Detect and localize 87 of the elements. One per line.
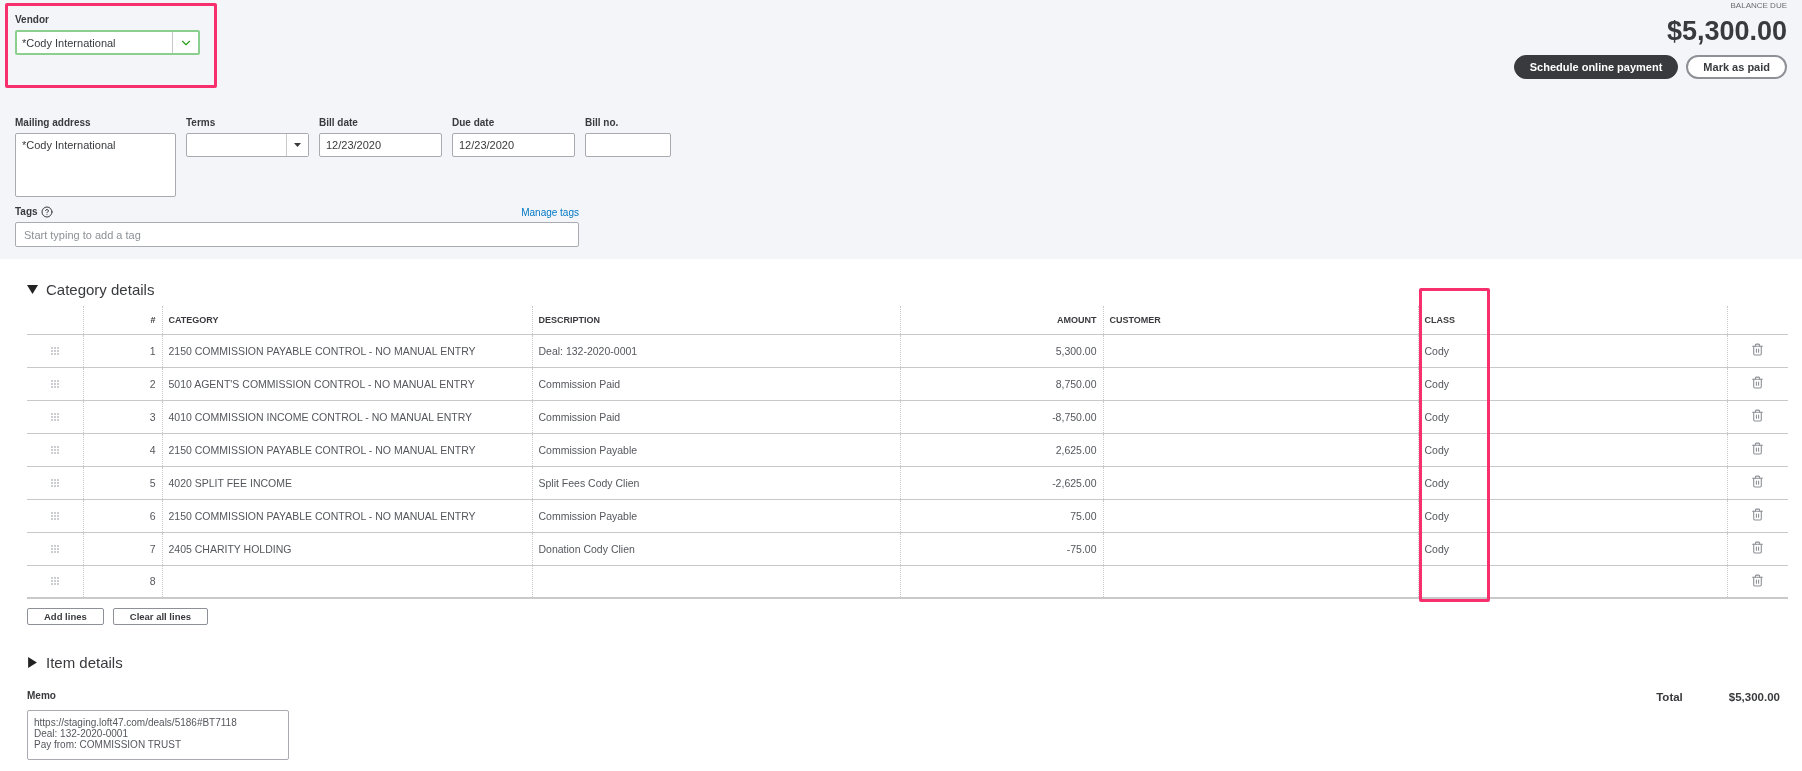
row-number: 4 xyxy=(149,443,156,456)
trash-icon[interactable] xyxy=(1751,573,1765,587)
table-cell: Cody xyxy=(1424,410,1449,423)
tags-label: Tags xyxy=(15,206,38,218)
table-cell: Donation Cody Clien xyxy=(538,542,635,555)
column-header: DESCRIPTION xyxy=(538,314,600,325)
drag-handle-icon[interactable] xyxy=(50,544,59,553)
dropdown-button[interactable] xyxy=(286,134,308,156)
date-field[interactable]: 12/23/2020 xyxy=(319,133,442,157)
row-number: 1 xyxy=(149,344,156,357)
table-cell: Commission Payable xyxy=(538,509,638,522)
address-field[interactable]: *Cody International xyxy=(15,133,176,197)
table-cell: 2405 CHARITY HOLDING xyxy=(168,542,292,555)
row-number: 3 xyxy=(149,410,156,423)
clear-lines-button[interactable]: Clear all lines xyxy=(112,608,209,625)
table-cell: Cody xyxy=(1424,542,1449,555)
vendor-label: Vendor xyxy=(15,14,50,26)
memo-label: Memo xyxy=(27,690,57,702)
tags-input[interactable]: Start typing to add a tag xyxy=(15,222,579,247)
drag-handle-icon[interactable] xyxy=(50,577,59,586)
trash-icon[interactable] xyxy=(1751,541,1765,554)
trash-icon[interactable] xyxy=(1751,409,1765,422)
table-cell: -2,625.00 xyxy=(1052,476,1097,489)
balance-due-label: BALANCE DUE xyxy=(1730,1,1787,10)
table-cell: 4010 COMMISSION INCOME CONTROL - NO MANUAL ENTRY xyxy=(168,410,473,423)
date-field[interactable]: 12/23/2020 xyxy=(452,133,575,157)
drag-handle-icon[interactable] xyxy=(50,346,59,355)
trash-icon[interactable] xyxy=(1751,343,1765,356)
table-cell: Cody xyxy=(1424,377,1449,390)
total-label: Total xyxy=(1656,691,1683,705)
table-cell: -8,750.00 xyxy=(1052,410,1097,423)
caret-icon xyxy=(294,143,301,147)
table-cell: 75.00 xyxy=(1070,509,1097,522)
table-cell: Deal: 132-2020-0001 xyxy=(538,344,638,357)
drag-handle-icon[interactable] xyxy=(50,511,59,520)
table-cell: 4020 SPLIT FEE INCOME xyxy=(168,476,293,489)
table-cell: Commission Paid xyxy=(538,410,621,423)
table-cell: 2,625.00 xyxy=(1055,443,1097,456)
table-cell: Cody xyxy=(1424,344,1449,357)
row-number: 7 xyxy=(149,542,156,555)
row-number: 5 xyxy=(149,476,156,489)
field-label: Terms xyxy=(186,117,217,129)
bill-number-field[interactable] xyxy=(585,133,671,157)
table-cell: 5010 AGENT'S COMMISSION CONTROL - NO MANUAL ENTRY xyxy=(168,377,475,390)
help-icon[interactable] xyxy=(40,206,53,218)
trash-icon[interactable] xyxy=(1751,442,1765,455)
field-label: Mailing address xyxy=(15,117,92,129)
drag-handle-icon[interactable] xyxy=(50,412,59,421)
table-cell: Commission Payable xyxy=(538,443,638,456)
table-cell: 2150 COMMISSION PAYABLE CONTROL - NO MANUAL ENTRY xyxy=(168,344,476,357)
mark-paid-button[interactable]: Mark as paid xyxy=(1686,55,1787,79)
add-lines-button[interactable]: Add lines xyxy=(27,608,104,625)
table-cell: Cody xyxy=(1424,443,1449,456)
memo-field[interactable]: https://staging.loft47.com/deals/5186#BT7118 Deal: 132-2020-0001 Pay from: COMMISSION TRUST xyxy=(27,710,289,760)
table-cell: 5,300.00 xyxy=(1055,344,1097,357)
drag-handle-icon[interactable] xyxy=(50,379,59,388)
section-toggle[interactable]: Item details xyxy=(27,651,123,673)
table-cell: Cody xyxy=(1424,476,1449,489)
field-label: Due date xyxy=(452,117,496,129)
column-header: CUSTOMER xyxy=(1109,314,1161,325)
section-toggle[interactable]: Category details xyxy=(27,278,155,300)
table-cell: Split Fees Cody Clien xyxy=(538,476,640,489)
row-number: 8 xyxy=(149,575,156,588)
field-label: Bill date xyxy=(319,117,359,129)
table-cell: -75.00 xyxy=(1066,542,1097,555)
table-cell: Cody xyxy=(1424,509,1449,522)
trash-icon[interactable] xyxy=(1751,376,1765,389)
table-cell: Commission Paid xyxy=(538,377,621,390)
schedule-payment-button[interactable]: Schedule online payment xyxy=(1513,55,1679,79)
column-header: # xyxy=(150,314,156,325)
table-cell: 8,750.00 xyxy=(1055,377,1097,390)
field-label: Bill no. xyxy=(585,117,620,129)
column-header: CATEGORY xyxy=(168,314,219,325)
balance-due-amount: $5,300.00 xyxy=(1666,16,1787,47)
table-cell: 2150 COMMISSION PAYABLE CONTROL - NO MANUAL ENTRY xyxy=(168,509,476,522)
column-header: CLASS xyxy=(1424,314,1455,325)
vendor-dropdown[interactable]: *Cody International xyxy=(15,30,200,55)
trash-icon[interactable] xyxy=(1751,475,1765,488)
manage-tags-link[interactable]: Manage tags xyxy=(521,206,579,218)
row-number: 6 xyxy=(149,509,156,522)
drag-handle-icon[interactable] xyxy=(50,445,59,454)
row-number: 2 xyxy=(149,377,156,390)
total-amount: $5,300.00 xyxy=(1728,691,1780,705)
trash-icon[interactable] xyxy=(1751,508,1765,521)
table-cell: 2150 COMMISSION PAYABLE CONTROL - NO MANUAL ENTRY xyxy=(168,443,476,456)
drag-handle-icon[interactable] xyxy=(50,478,59,487)
column-header: AMOUNT xyxy=(1057,314,1097,325)
